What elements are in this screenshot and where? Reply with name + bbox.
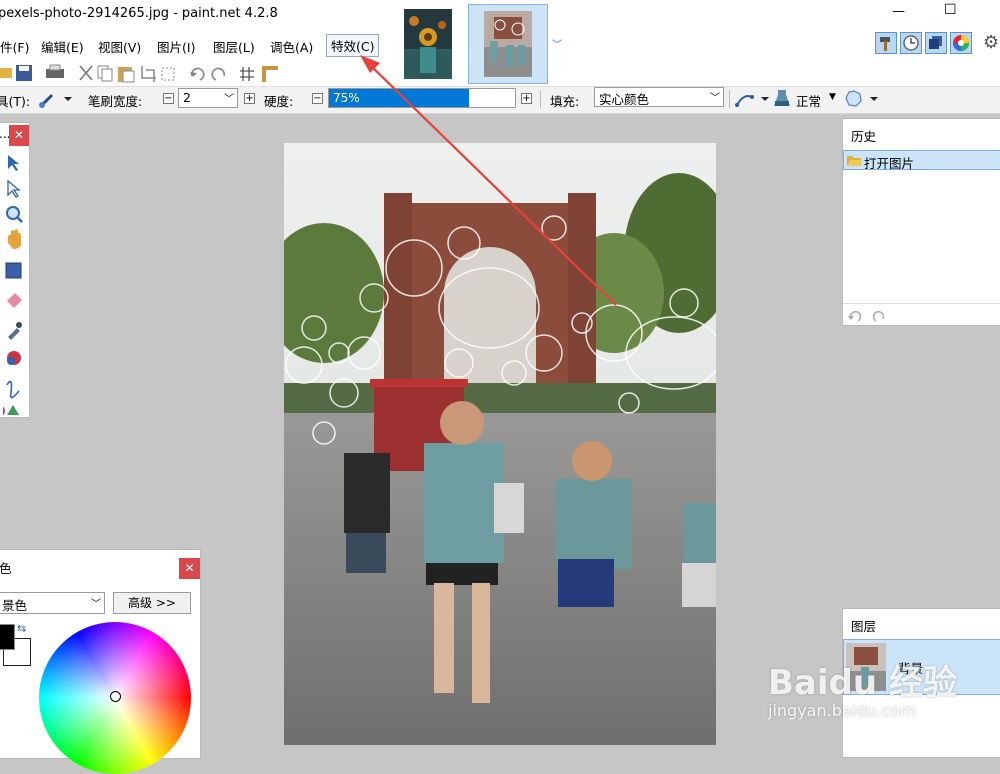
advanced-button[interactable]: 高级 >>: [113, 592, 191, 614]
selection-mode-icon[interactable]: [843, 88, 881, 110]
rectangle-select-tool-icon: [5, 262, 22, 279]
history-item-label: 打开图片: [864, 156, 915, 171]
blend-mode-icon: [774, 90, 790, 106]
redo-icon: [211, 67, 225, 81]
chevron-down-icon: ﹀: [91, 599, 101, 610]
layers-panel-title: 图层: [851, 619, 877, 634]
cut-icon: [79, 65, 93, 81]
brush-width-value: 2: [183, 90, 191, 105]
window-title: pexels-photo-2914265.jpg - paint.net 4.2…: [0, 6, 278, 21]
tools-panel: ... ✕: [0, 122, 30, 418]
deselect-icon: [161, 67, 175, 81]
watermark-logo-text: Baidu 经验: [768, 663, 957, 703]
tools-list: [3, 155, 23, 416]
primary-secondary-value: 景色: [2, 598, 28, 613]
open-folder-icon: [847, 156, 862, 166]
redo-icon: [872, 310, 885, 322]
advanced-button-label: 高级 >>: [128, 596, 176, 610]
minimize-button[interactable]: —: [892, 4, 905, 19]
history-panel-title: 历史: [851, 129, 877, 144]
maximize-button[interactable]: ☐: [944, 2, 957, 18]
antialiasing-icon[interactable]: [734, 89, 774, 109]
shapes-tool-icon: [3, 405, 19, 416]
chevron-down-icon: ﹀: [224, 94, 234, 105]
color-picker-tool-icon: [8, 322, 22, 340]
history-panel: 历史 打开图片: [842, 118, 1000, 326]
menu-view[interactable]: 视图(V): [98, 37, 141, 56]
color-wheel-cursor: [110, 691, 121, 702]
ruler-icon: [262, 66, 278, 82]
toolbar-divider: [729, 90, 730, 108]
hardness-decrease-button[interactable]: −: [312, 93, 323, 104]
menu-edit[interactable]: 编辑(E): [41, 37, 84, 56]
chevron-down-icon[interactable]: ▼: [829, 92, 836, 102]
clock-icon: [903, 35, 919, 51]
main-toolbar-icons: [0, 64, 278, 83]
eraser-tool-icon: [7, 293, 22, 308]
primary-color-swatch[interactable]: [0, 624, 15, 650]
watermark-url: jingyan.baidu.com: [768, 701, 916, 720]
crop-icon: [141, 66, 156, 82]
history-item[interactable]: 打开图片: [843, 150, 1000, 171]
undo-icon: [848, 310, 862, 322]
move-selected-tool-icon: [8, 155, 19, 171]
menu-layers[interactable]: 图层(L): [213, 37, 255, 56]
paste-icon: [118, 67, 135, 83]
layers-icon: [929, 36, 942, 49]
tools-panel-close-button[interactable]: ✕: [9, 125, 29, 146]
color-wheel-icon: [953, 35, 969, 51]
tool-label: 具(T):: [0, 94, 31, 109]
primary-secondary-select[interactable]: 景色 ﹀: [0, 592, 105, 614]
recolor-tool-icon: [7, 351, 21, 365]
open-icon: [0, 68, 12, 78]
brush-width-increase-button[interactable]: +: [244, 93, 255, 104]
save-icon: [16, 65, 32, 81]
zoom-tool-icon: [6, 206, 23, 223]
tools-window-toggle[interactable]: [875, 32, 897, 54]
history-window-toggle[interactable]: [900, 32, 922, 54]
hardness-label: 硬度:: [264, 94, 294, 109]
colors-panel-close-button[interactable]: ✕: [179, 558, 200, 579]
baidu-watermark: Baidu 经验 jingyan.baidu.com: [768, 655, 1000, 725]
copy-icon: [97, 65, 113, 82]
history-undo-redo-icons: [848, 310, 885, 322]
paintbrush-tool-icon[interactable]: [38, 89, 72, 109]
hammer-icon: [880, 37, 890, 51]
layers-window-toggle[interactable]: [925, 32, 947, 54]
print-icon: [46, 64, 64, 78]
undo-icon: [190, 67, 205, 81]
brush-width-decrease-button[interactable]: −: [163, 93, 174, 104]
color-wheel[interactable]: [39, 622, 191, 774]
colors-window-toggle[interactable]: [950, 32, 972, 54]
annotation-arrow: [360, 55, 617, 306]
menu-image[interactable]: 图片(I): [157, 37, 195, 56]
pan-tool-icon: [7, 229, 21, 249]
line-curve-tool-icon: [6, 380, 20, 399]
swap-colors-icon[interactable]: ⇆: [17, 622, 26, 635]
brush-width-select[interactable]: 2 ﹀: [178, 88, 238, 108]
settings-gear-icon[interactable]: ⚙: [983, 32, 999, 53]
grid-icon: [240, 67, 254, 81]
blend-mode-select[interactable]: 正常: [796, 91, 821, 110]
move-selection-tool-icon: [7, 179, 21, 198]
chevron-down-icon: ﹀: [710, 93, 720, 104]
menu-adjustments[interactable]: 调色(A): [270, 37, 313, 56]
colors-panel: 色 ✕ 景色 ﹀ 高级 >> ⇆: [0, 549, 201, 774]
brush-width-label: 笔刷宽度:: [88, 94, 143, 109]
colors-panel-title: 色: [0, 561, 12, 576]
menu-file[interactable]: 件(F): [0, 37, 29, 56]
